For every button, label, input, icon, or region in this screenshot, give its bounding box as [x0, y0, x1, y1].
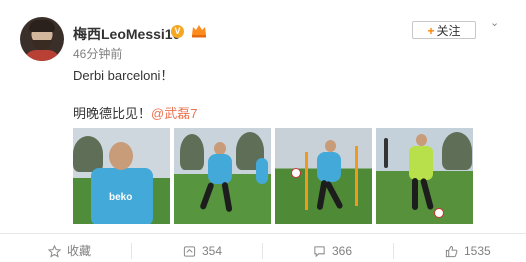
weibo-post-card: 梅西LeoMessi10 V 46分钟前 ⌄ + 关注 Derbi barcelo…: [0, 0, 526, 262]
like-count: 1535: [464, 244, 491, 258]
thumbs-up-icon: [445, 246, 458, 258]
follow-label: 关注: [436, 24, 461, 38]
favorite-label: 收藏: [67, 244, 92, 258]
post-photo-3[interactable]: [275, 128, 372, 224]
action-separator: [131, 243, 132, 259]
favorite-button[interactable]: 收藏: [48, 243, 91, 259]
action-separator: [262, 243, 263, 259]
user-mention-link[interactable]: @武磊7: [151, 106, 197, 121]
comment-icon: [314, 246, 325, 258]
post-photo-2[interactable]: [174, 128, 271, 224]
follow-button[interactable]: + 关注: [412, 21, 476, 39]
post-timestamp[interactable]: 46分钟前: [73, 45, 122, 62]
comment-button[interactable]: 366: [313, 243, 352, 259]
sponsor-logo: beko: [109, 192, 133, 203]
like-button[interactable]: 1535: [445, 243, 491, 259]
chevron-down-icon[interactable]: ⌄: [490, 16, 502, 29]
post-text-line2: 明晚德比见！@武磊7: [73, 103, 197, 122]
plus-icon: +: [427, 24, 435, 38]
action-separator: [393, 243, 394, 259]
repost-button[interactable]: 354: [183, 243, 222, 259]
post-text-prefix: 明晚德比见！: [73, 106, 152, 121]
crown-icon: [192, 25, 206, 38]
verified-badge-icon: V: [171, 25, 184, 38]
user-name[interactable]: 梅西LeoMessi10: [73, 24, 180, 44]
user-avatar[interactable]: [20, 17, 64, 61]
repost-icon: [183, 246, 196, 257]
post-photo-1[interactable]: beko: [73, 128, 170, 224]
post-text-line1: Derbi barceloni！: [73, 68, 174, 83]
post-photo-4[interactable]: [376, 128, 473, 224]
star-icon: [48, 245, 61, 258]
comment-count: 366: [332, 244, 353, 258]
action-bar-divider: [0, 233, 526, 234]
repost-count: 354: [202, 244, 223, 258]
